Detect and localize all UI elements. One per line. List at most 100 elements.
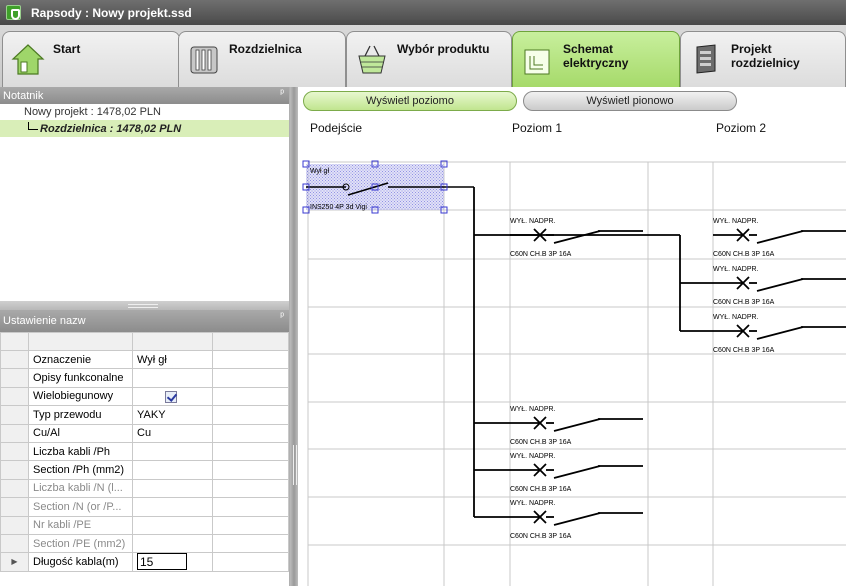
property-value[interactable] bbox=[132, 460, 213, 480]
tab-schemat-label-line1: Schemat bbox=[563, 42, 614, 56]
property-row[interactable]: Typ przewodu YAKY bbox=[0, 405, 289, 425]
main-tab-bar: Start Rozdzielnica Wybór produktu Schema… bbox=[0, 25, 846, 87]
circuit-breaker[interactable]: WYŁ. NADPR. C60N CH.B 3P 16A bbox=[510, 500, 643, 540]
property-row[interactable]: Section /Ph (mm2) bbox=[0, 460, 289, 480]
breaker-reference: C60N CH.B 3P 16A bbox=[713, 299, 775, 306]
tab-rozdzielnica[interactable]: Rozdzielnica bbox=[178, 31, 346, 87]
breaker-reference: C60N CH.B 3P 16A bbox=[713, 347, 775, 354]
property-value[interactable]: YAKY bbox=[132, 405, 213, 425]
breaker-reference: C60N CH.B 3P 16A bbox=[510, 533, 572, 540]
property-name: Nr kabli /PE bbox=[28, 515, 133, 535]
switchboard-icon bbox=[190, 46, 218, 74]
property-row[interactable]: Liczba kabli /Ph bbox=[0, 441, 289, 462]
property-value[interactable]: Cu bbox=[132, 423, 213, 443]
tab-schemat-label: Schemat elektryczny bbox=[563, 42, 628, 70]
cabinet-project-icon bbox=[696, 44, 716, 74]
tab-projekt-rozdzielnicy-label: Projekt rozdzielnicy bbox=[731, 42, 800, 70]
tab-wybor-produktu[interactable]: Wybór produktu bbox=[346, 31, 512, 87]
title-bar: Rapsody : Nowy projekt.ssd bbox=[0, 0, 846, 25]
property-row: Nr kabli /PE bbox=[0, 515, 289, 535]
tab-rozdzielnica-label: Rozdzielnica bbox=[229, 42, 302, 56]
property-name: Typ przewodu bbox=[28, 405, 133, 425]
property-name: Section /Ph (mm2) bbox=[28, 460, 133, 480]
schematic-icon bbox=[524, 49, 550, 75]
tab-projekt-rozdzielnicy[interactable]: Projekt rozdzielnicy bbox=[680, 31, 846, 87]
project-tree: Nowy projekt : 1478,02 PLN Rozdzielnica … bbox=[0, 104, 289, 301]
pin-icon[interactable]: ᵖ bbox=[280, 311, 284, 322]
horizontal-view-button[interactable]: Wyświetl poziomo bbox=[303, 91, 517, 111]
property-value[interactable] bbox=[132, 386, 213, 407]
property-value[interactable]: Wył gł bbox=[132, 349, 213, 370]
main-switch-name: Wył gł bbox=[310, 168, 329, 175]
property-name: Oznaczenie bbox=[28, 349, 133, 370]
house-icon bbox=[11, 44, 45, 75]
tab-schemat-elektryczny[interactable]: Schemat elektryczny bbox=[512, 31, 680, 87]
vertical-splitter[interactable] bbox=[290, 87, 298, 586]
current-row-arrow-icon: ▶ bbox=[0, 552, 29, 572]
property-row[interactable]: Opisy funkconalne bbox=[0, 368, 289, 388]
property-row[interactable]: Cu/Al Cu bbox=[0, 423, 289, 443]
property-value bbox=[132, 497, 213, 517]
property-name: Cu/Al bbox=[28, 423, 133, 443]
breaker-reference: C60N CH.B 3P 16A bbox=[713, 251, 775, 258]
property-value bbox=[132, 478, 213, 499]
breaker-reference: C60N CH.B 3P 16A bbox=[510, 486, 572, 493]
schematic-panel: Wył gł INS250 4P 3d Vigi WYŁ. NADPR. C60N… bbox=[298, 87, 846, 586]
schematic-grid bbox=[307, 161, 846, 586]
property-value[interactable] bbox=[132, 441, 213, 462]
app-logo-icon bbox=[6, 5, 21, 20]
property-name: Opisy funkconalne bbox=[28, 368, 133, 388]
breaker-title: WYŁ. NADPR. bbox=[713, 314, 759, 321]
circuit-breaker[interactable]: WYŁ. NADPR. C60N CH.B 3P 16A bbox=[713, 266, 846, 306]
properties-title: Ustawienie nazw bbox=[3, 315, 86, 327]
tab-wybor-produktu-label: Wybór produktu bbox=[397, 42, 490, 56]
vertical-view-button[interactable]: Wyświetl pionowo bbox=[523, 91, 737, 111]
tab-start-label: Start bbox=[53, 42, 81, 56]
properties-grid-header bbox=[0, 332, 289, 351]
circuit-breaker[interactable]: WYŁ. NADPR. C60N CH.B 3P 16A bbox=[713, 314, 846, 354]
property-name: Liczba kabli /N (l... bbox=[28, 478, 133, 499]
property-row: Section /N (or /P... bbox=[0, 497, 289, 517]
main-switch-label: INS250 4P 3d Vigi bbox=[310, 204, 367, 211]
multipole-checkbox[interactable] bbox=[165, 390, 177, 403]
column-header-level-1: Poziom 1 bbox=[512, 121, 563, 135]
property-value bbox=[132, 515, 213, 535]
property-row[interactable]: Oznaczenie Wył gł bbox=[0, 349, 289, 370]
breaker-reference: C60N CH.B 3P 16A bbox=[510, 251, 572, 258]
tree-item-switchboard-label: Rozdzielnica : 1478,02 PLN bbox=[40, 122, 182, 135]
circuit-breaker[interactable]: WYŁ. NADPR. C60N CH.B 3P 16A bbox=[510, 453, 643, 493]
notatnik-header: Notatnik ᵖ bbox=[0, 87, 289, 104]
property-value[interactable] bbox=[132, 368, 213, 388]
circuit-breaker[interactable]: WYŁ. NADPR. C60N CH.B 3P 16A bbox=[510, 218, 643, 258]
pin-icon[interactable]: ᵖ bbox=[280, 88, 284, 99]
property-row[interactable]: Wielobiegunowy bbox=[0, 386, 289, 407]
property-value[interactable] bbox=[132, 552, 213, 572]
property-row: Section /PE (mm2) bbox=[0, 533, 289, 554]
breaker-title: WYŁ. NADPR. bbox=[510, 500, 556, 507]
circuit-breaker[interactable]: WYŁ. NADPR. C60N CH.B 3P 16A bbox=[713, 218, 846, 258]
properties-grid: Oznaczenie Wył gł Opisy funkconalne Wielo… bbox=[0, 332, 289, 572]
properties-header: Ustawienie nazw ᵖ bbox=[0, 310, 289, 332]
property-row[interactable]: ▶ Długość kabla(m) bbox=[0, 552, 289, 572]
property-name: Wielobiegunowy bbox=[28, 386, 133, 407]
tab-start[interactable]: Start bbox=[2, 31, 180, 87]
property-name: Liczba kabli /Ph bbox=[28, 441, 133, 462]
horizontal-splitter[interactable] bbox=[0, 301, 289, 310]
property-name: Długość kabla(m) bbox=[28, 552, 133, 572]
tab-schemat-label-line2: elektryczny bbox=[563, 56, 629, 70]
product-basket-icon bbox=[358, 45, 386, 74]
view-toggle-group: Wyświetl poziomo Wyświetl pionowo bbox=[303, 91, 737, 113]
window-title: Rapsody : Nowy projekt.ssd bbox=[31, 5, 192, 20]
breaker-reference: C60N CH.B 3P 16A bbox=[510, 439, 572, 446]
tree-item-switchboard[interactable]: Rozdzielnica : 1478,02 PLN bbox=[0, 120, 289, 137]
notatnik-title: Notatnik bbox=[3, 89, 44, 102]
circuit-breaker[interactable]: WYŁ. NADPR. C60N CH.B 3P 16A bbox=[510, 406, 643, 446]
left-panel: Notatnik ᵖ Nowy projekt : 1478,02 PLN Ro… bbox=[0, 87, 290, 586]
cable-length-input[interactable] bbox=[137, 553, 187, 571]
property-name: Section /PE (mm2) bbox=[28, 533, 133, 554]
schematic-canvas[interactable]: Wył gł INS250 4P 3d Vigi WYŁ. NADPR. C60N… bbox=[298, 87, 846, 586]
tree-item-project[interactable]: Nowy projekt : 1478,02 PLN bbox=[0, 104, 289, 120]
main-switch-selected[interactable]: Wył gł INS250 4P 3d Vigi bbox=[302, 160, 474, 214]
breaker-title: WYŁ. NADPR. bbox=[510, 453, 556, 460]
breaker-title: WYŁ. NADPR. bbox=[713, 266, 759, 273]
